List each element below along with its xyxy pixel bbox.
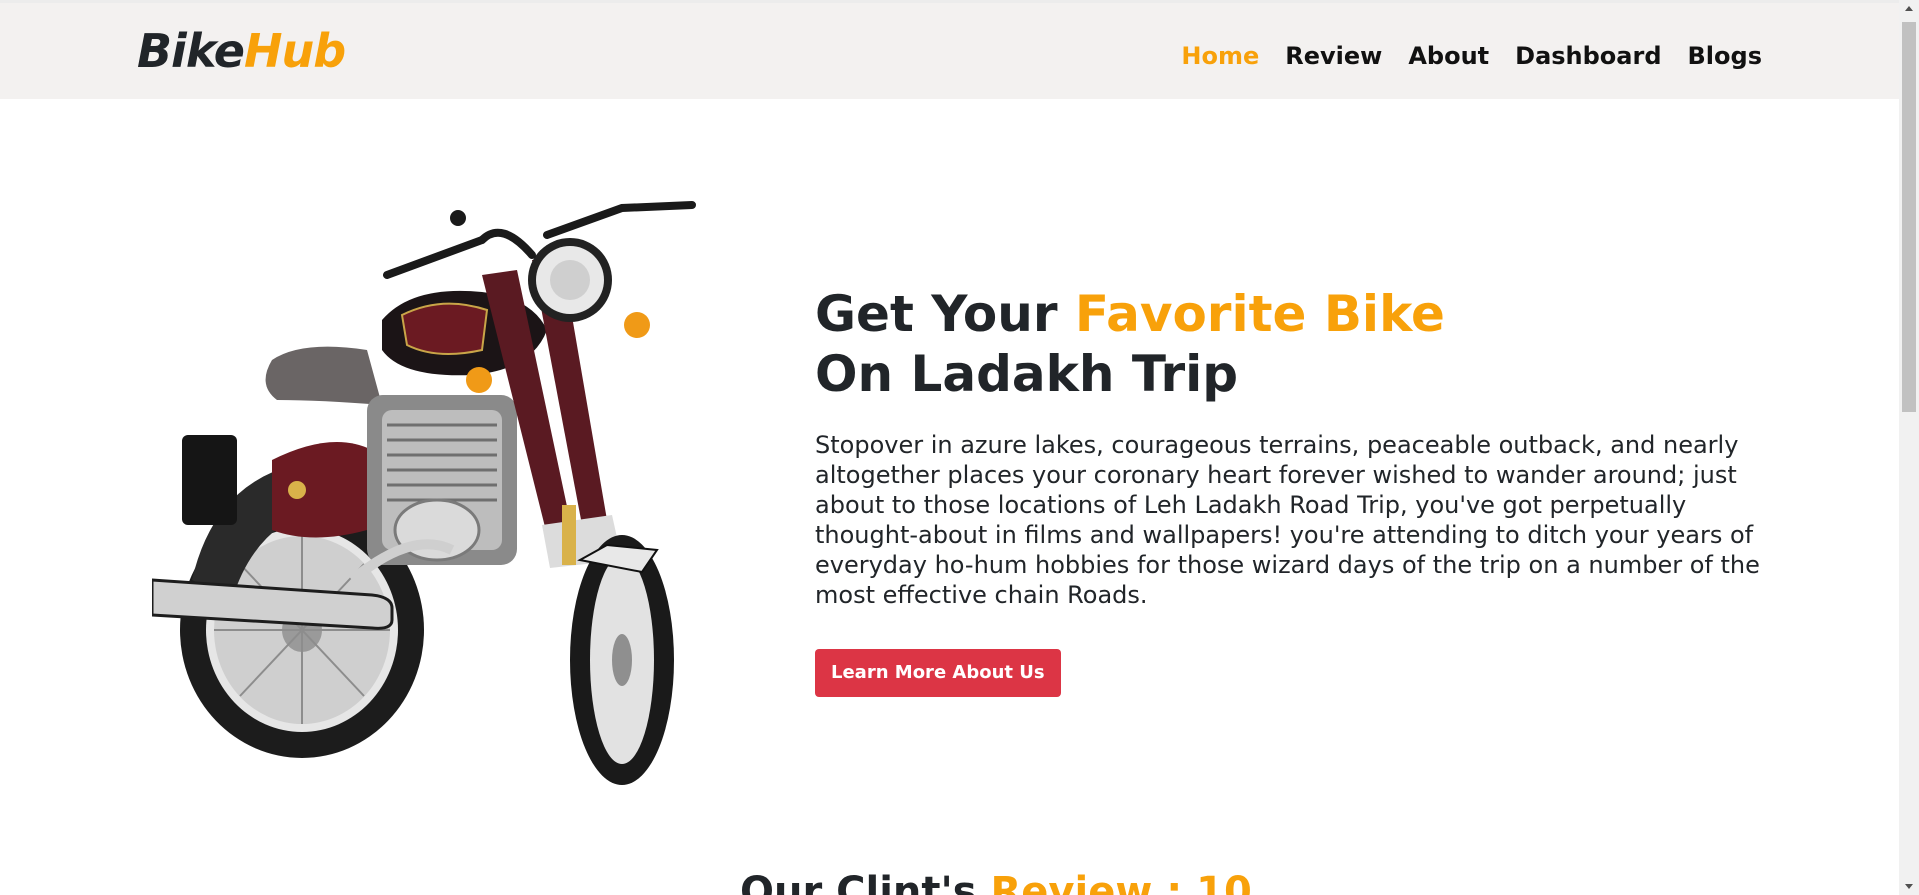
reviews-heading: Our Clint's Review : 10 (740, 864, 1252, 895)
hero-title-line2: On Ladakh Trip (815, 345, 1239, 403)
browser-viewport: BikeHub Home Review About Dashboard Blog… (0, 0, 1919, 895)
nav-item: Review (1285, 33, 1382, 79)
tool-box (182, 435, 237, 525)
brand-logo[interactable]: BikeHub (137, 21, 346, 81)
scrollbar-thumb[interactable] (1902, 22, 1916, 412)
brand-name-part1: Bike (137, 24, 245, 78)
hero-title: Get Your Favorite Bike On Ladakh Trip (815, 284, 1765, 404)
indicator-right (624, 312, 650, 338)
page: BikeHub Home Review About Dashboard Blog… (0, 0, 1899, 895)
hero-description: Stopover in azure lakes, courageous terr… (815, 431, 1760, 609)
nav-link-dashboard[interactable]: Dashboard (1515, 42, 1661, 70)
headlight (528, 238, 612, 322)
scroll-down-arrow-icon[interactable] (1899, 878, 1919, 895)
nav-item: Blogs (1688, 33, 1762, 79)
reviews-heading-accent: Review : 10 (990, 869, 1252, 895)
front-wheel (570, 535, 674, 785)
nav-item: Home (1181, 33, 1259, 79)
navbar: BikeHub Home Review About Dashboard Blog… (0, 3, 1899, 99)
learn-more-button[interactable]: Learn More About Us (815, 649, 1061, 697)
hero-title-prefix: Get Your (815, 285, 1075, 343)
seat (265, 346, 382, 405)
engine (367, 395, 517, 565)
indicator-left (466, 367, 492, 393)
nav-link-blogs[interactable]: Blogs (1688, 42, 1762, 70)
motorcycle-image (152, 201, 696, 785)
nav-link-about[interactable]: About (1408, 42, 1489, 70)
nav-link-review[interactable]: Review (1285, 42, 1382, 70)
nav-item: Dashboard (1515, 33, 1661, 79)
nav-link-home[interactable]: Home (1181, 42, 1259, 70)
side-panel (272, 442, 372, 538)
vertical-scrollbar[interactable] (1899, 0, 1919, 895)
nav-menu: Home Review About Dashboard Blogs (1181, 33, 1762, 79)
scroll-up-arrow-icon[interactable] (1899, 0, 1919, 17)
nav-item: About (1408, 33, 1489, 79)
hero-title-accent: Favorite Bike (1074, 285, 1445, 343)
reviews-heading-prefix: Our Clint's (740, 869, 991, 895)
brand-name-part2: Hub (243, 24, 346, 78)
hero-section: Get Your Favorite Bike On Ladakh Trip St… (815, 284, 1765, 697)
